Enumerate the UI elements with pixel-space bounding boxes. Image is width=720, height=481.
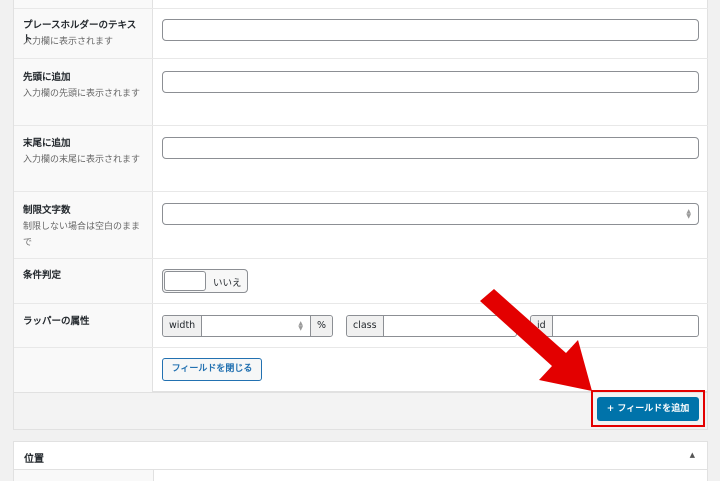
wrapper-label: ラッパーの属性 xyxy=(23,316,90,327)
position-section-title: 位置 xyxy=(24,454,44,465)
prepend-description: 入力欄の先頭に表示されます xyxy=(23,89,141,99)
row-divider xyxy=(14,258,708,259)
row-divider xyxy=(14,347,708,348)
row-divider xyxy=(14,303,708,304)
id-addon: id xyxy=(531,316,553,336)
wrapper-class-group: class xyxy=(346,315,517,337)
position-label-column xyxy=(14,470,154,481)
width-input[interactable] xyxy=(203,316,309,336)
highlight-box xyxy=(591,390,705,427)
width-spinner-icon[interactable]: ▲ ▼ xyxy=(298,321,303,332)
row-divider xyxy=(14,125,708,126)
append-label: 末尾に追加 xyxy=(23,138,71,149)
maxlength-input[interactable]: ▲ ▼ xyxy=(162,203,699,225)
row-divider xyxy=(14,191,708,192)
prepend-label: 先頭に追加 xyxy=(23,72,71,83)
append-input[interactable] xyxy=(162,137,699,159)
id-input[interactable] xyxy=(553,316,693,336)
toggle-knob xyxy=(164,271,206,291)
prepend-input[interactable] xyxy=(162,71,699,93)
close-field-button[interactable]: フィールドを閉じる xyxy=(162,358,262,381)
conditional-toggle[interactable]: いいえ xyxy=(162,269,248,293)
conditional-label: 条件判定 xyxy=(23,270,62,281)
width-unit: % xyxy=(309,316,332,336)
width-addon: width xyxy=(163,316,203,336)
class-input[interactable] xyxy=(383,316,513,336)
maxlength-description: 制限しない場合は空白のままで xyxy=(23,222,141,248)
class-addon: class xyxy=(347,316,384,336)
position-section: 位置 ▲ xyxy=(13,441,708,481)
toggle-text: いいえ xyxy=(213,278,242,289)
wrapper-width-group: width ▲ ▼ % xyxy=(162,315,333,337)
append-description: 入力欄の末尾に表示されます xyxy=(23,155,141,165)
position-section-header[interactable]: 位置 ▲ xyxy=(14,442,707,470)
placeholder-input[interactable] xyxy=(162,19,699,41)
triangle-up-icon[interactable]: ▲ xyxy=(690,451,695,459)
row-divider xyxy=(14,8,708,9)
maxlength-label: 制限文字数 xyxy=(23,205,71,216)
row-divider xyxy=(14,58,708,59)
wrapper-id-group: id xyxy=(530,315,699,337)
placeholder-description: 入力欄に表示されます xyxy=(23,37,114,47)
number-spinner-icon[interactable]: ▲ ▼ xyxy=(686,209,691,220)
